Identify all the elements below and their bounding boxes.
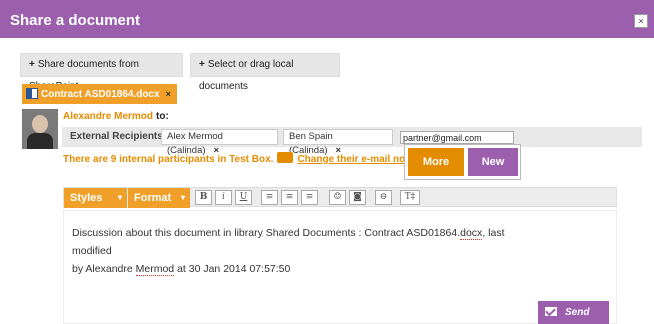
dialog-title: Share a document (10, 12, 141, 29)
align-left-button[interactable]: ≡ (261, 190, 278, 205)
recipient-suggestion-popup: More New (404, 144, 521, 180)
body-text-1: Discussion about this document in librar… (72, 227, 461, 239)
align-right-button[interactable]: ≡ (301, 190, 318, 205)
envelope-icon (545, 307, 557, 316)
internal-participants-text: There are 9 internal participants in Tes… (63, 154, 274, 165)
plus-icon: + (199, 59, 205, 70)
document-name: Contract ASD01864.docx (41, 89, 160, 100)
editor-toolbar: Styles ▾ Format ▾ B i U ≡ ≡ ≡ ☺ ◙ ⊖ T‡ (63, 187, 617, 208)
more-button[interactable]: More (408, 148, 464, 176)
send-button[interactable]: Send (538, 301, 609, 324)
message-editor[interactable]: Discussion about this document in librar… (63, 210, 617, 324)
italic-button[interactable]: i (215, 190, 232, 205)
remove-document-icon[interactable]: × (166, 89, 171, 99)
recipients-bar: External Recipients: Alex Mermod (Calind… (62, 127, 642, 156)
recipient-email-input[interactable] (400, 131, 514, 144)
sender-name[interactable]: Alexandre Mermod (63, 111, 153, 122)
body-text-6: at 30 Jan 2014 07:57:50 (174, 263, 291, 275)
word-document-icon (26, 88, 38, 99)
send-label: Send (565, 307, 590, 318)
close-icon: × (638, 16, 644, 26)
message-body: Discussion about this document in librar… (72, 224, 542, 278)
body-text-4: by Alexandre (72, 263, 136, 275)
dialog-titlebar: Share a document × (0, 0, 654, 38)
close-button[interactable]: × (634, 14, 648, 28)
avatar (22, 109, 58, 149)
bold-button[interactable]: B (195, 190, 212, 205)
recipient-chip: Ben Spain (Calinda) × (283, 129, 393, 156)
link-button[interactable]: ⊖ (375, 190, 392, 205)
share-sharepoint-button[interactable]: +Share documents from SharePoint (20, 53, 183, 92)
select-local-button[interactable]: + Select or drag local documents (190, 53, 340, 92)
external-recipients-label: External Recipients: (70, 131, 167, 142)
select-local-label: Select or drag local documents (199, 59, 294, 92)
align-center-button[interactable]: ≡ (281, 190, 298, 205)
text-size-button[interactable]: T‡ (400, 190, 420, 205)
avatar-body (27, 133, 53, 149)
internal-participants-info: There are 9 internal participants in Tes… (63, 152, 411, 165)
avatar-head (32, 115, 48, 133)
new-button[interactable]: New (468, 148, 518, 176)
chevron-down-icon: ▾ (117, 193, 122, 202)
change-notification-link[interactable]: Change their e-mail noti (297, 154, 411, 165)
image-button[interactable]: ◙ (349, 190, 366, 205)
chevron-down-icon: ▾ (180, 193, 185, 202)
styles-label: Styles (70, 192, 103, 204)
styles-dropdown[interactable]: Styles ▾ (64, 188, 127, 208)
plus-icon: + (29, 59, 35, 70)
format-label: Format (134, 192, 172, 204)
body-text-5: Mermod (135, 263, 175, 276)
document-tag: Contract ASD01864.docx × (22, 84, 177, 104)
to-label: to: (156, 111, 169, 122)
sender-line: Alexandre Mermod to: (63, 111, 169, 122)
recipient-chip: Alex Mermod (Calinda) × (161, 129, 278, 156)
underline-button[interactable]: U (235, 190, 252, 205)
body-text-2: docx (460, 227, 483, 240)
format-dropdown[interactable]: Format ▾ (128, 188, 190, 208)
participants-icon (277, 152, 294, 163)
emoji-button[interactable]: ☺ (329, 190, 346, 205)
